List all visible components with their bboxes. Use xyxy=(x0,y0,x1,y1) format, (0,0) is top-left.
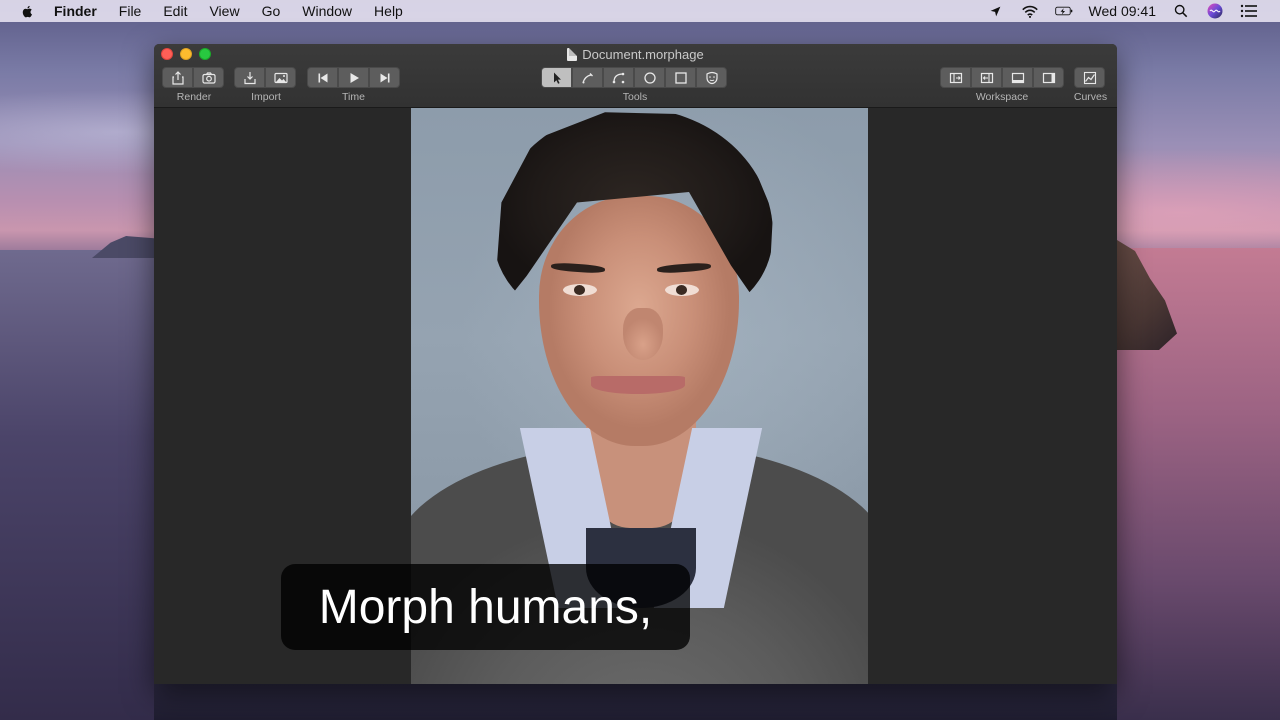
render-group xyxy=(162,67,224,88)
import-group xyxy=(234,67,296,88)
photo-right-eye xyxy=(665,284,699,296)
time-group xyxy=(307,67,400,88)
curves-group xyxy=(1074,67,1105,88)
import-image-button[interactable] xyxy=(265,67,296,88)
apple-menu-icon[interactable] xyxy=(20,3,36,19)
pointer-tool-button[interactable] xyxy=(541,67,572,88)
image-icon xyxy=(273,72,288,83)
clock[interactable]: Wed 09:41 xyxy=(1089,3,1156,19)
menu-app-name[interactable]: Finder xyxy=(54,3,97,19)
skip-forward-button[interactable] xyxy=(369,67,400,88)
panel-left-collapse-icon xyxy=(980,72,993,83)
play-icon xyxy=(350,72,359,83)
workspace-group xyxy=(940,67,1064,88)
curves-button[interactable] xyxy=(1074,67,1105,88)
import-label: Import xyxy=(251,91,281,103)
curves-icon xyxy=(1083,71,1096,84)
square-icon xyxy=(674,71,687,84)
menu-edit[interactable]: Edit xyxy=(163,3,187,19)
photo-left-eye xyxy=(563,284,597,296)
workspace-label: Workspace xyxy=(975,91,1029,103)
photo-nose xyxy=(623,308,663,360)
share-button[interactable] xyxy=(162,67,193,88)
desktop-sea-left xyxy=(0,250,154,720)
menu-file[interactable]: File xyxy=(119,3,142,19)
play-button[interactable] xyxy=(338,67,369,88)
tools-group xyxy=(541,67,727,88)
toggle-right-panel-button[interactable] xyxy=(1033,67,1064,88)
pen-tool-button[interactable] xyxy=(572,67,603,88)
menu-view[interactable]: View xyxy=(209,3,239,19)
snapshot-button[interactable] xyxy=(193,67,224,88)
pen-icon xyxy=(581,72,593,83)
share-icon xyxy=(171,70,184,85)
menu-help[interactable]: Help xyxy=(374,3,403,19)
pointer-icon xyxy=(553,72,561,84)
siri-icon[interactable] xyxy=(1206,3,1224,19)
status-area: Wed 09:41 xyxy=(987,0,1258,22)
curves-label: Curves xyxy=(1073,91,1108,103)
menu-go[interactable]: Go xyxy=(262,3,281,19)
window-toolbar: Document.morphage Render Import Time Too… xyxy=(154,44,1117,108)
panel-left-icon xyxy=(949,72,962,83)
rectangle-tool-button[interactable] xyxy=(665,67,696,88)
toggle-bottom-panel-button[interactable] xyxy=(1002,67,1033,88)
render-label: Render xyxy=(176,91,212,103)
import-button[interactable] xyxy=(234,67,265,88)
desktop-bottom xyxy=(154,684,1117,720)
spotlight-search-icon[interactable] xyxy=(1172,3,1190,19)
show-left-panel-button[interactable] xyxy=(940,67,971,88)
curve-icon xyxy=(612,72,624,83)
face-icon xyxy=(705,71,718,84)
window-title: Document.morphage xyxy=(154,47,1117,62)
collapse-left-panel-button[interactable] xyxy=(971,67,1002,88)
panel-right-icon xyxy=(1042,72,1055,83)
import-icon xyxy=(243,71,256,84)
ellipse-tool-button[interactable] xyxy=(634,67,665,88)
camera-icon xyxy=(201,71,216,84)
document-icon xyxy=(567,48,578,61)
panel-bottom-icon xyxy=(1011,72,1024,83)
menu-bar: Finder File Edit View Go Window Help Wed… xyxy=(0,0,1280,22)
skip-back-icon xyxy=(318,73,327,82)
time-label: Time xyxy=(342,91,365,103)
location-icon[interactable] xyxy=(987,3,1005,19)
photo-mouth xyxy=(591,376,685,394)
battery-charging-icon[interactable] xyxy=(1054,3,1073,19)
menu-window[interactable]: Window xyxy=(302,3,352,19)
wifi-icon[interactable] xyxy=(1021,3,1039,19)
curve-tool-button[interactable] xyxy=(603,67,634,88)
video-subtitle: Morph humans, xyxy=(281,564,690,650)
skip-back-button[interactable] xyxy=(307,67,338,88)
circle-icon xyxy=(643,71,656,84)
tools-label: Tools xyxy=(622,91,648,103)
document-name: Document.morphage xyxy=(582,47,704,62)
skip-forward-icon xyxy=(380,73,389,82)
face-tool-button[interactable] xyxy=(696,67,727,88)
notification-center-icon[interactable] xyxy=(1240,3,1258,19)
